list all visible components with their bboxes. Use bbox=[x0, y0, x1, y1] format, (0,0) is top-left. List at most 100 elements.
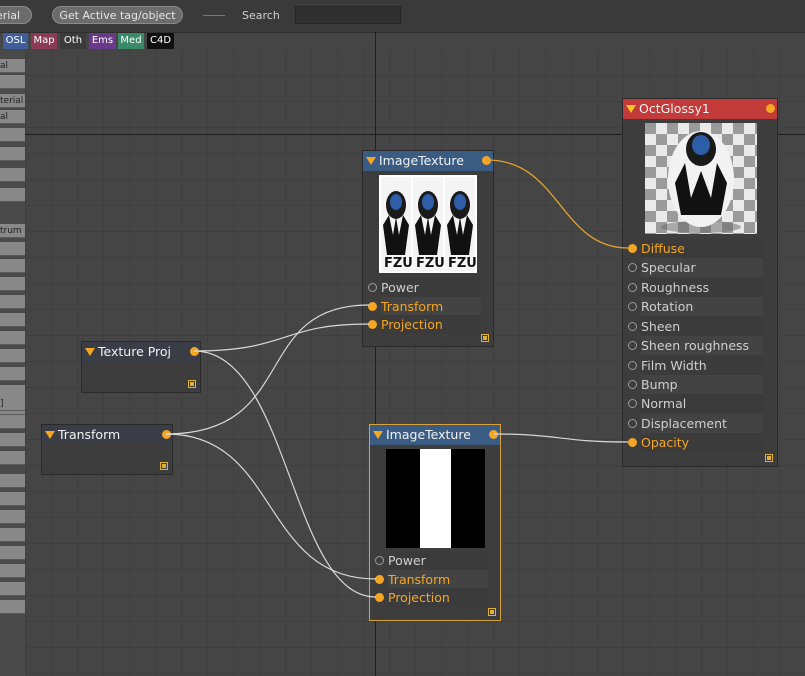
sidebar-item[interactable] bbox=[0, 474, 25, 488]
input-port-icon[interactable] bbox=[628, 380, 637, 389]
node-header[interactable]: OctGlossy1 bbox=[623, 99, 777, 119]
input-row-projection[interactable]: Projection bbox=[368, 315, 481, 334]
input-port-icon[interactable] bbox=[628, 399, 637, 408]
input-row-normal[interactable]: Normal bbox=[628, 394, 763, 413]
node-header[interactable]: Transform bbox=[42, 425, 172, 444]
input-row-specular[interactable]: Specular bbox=[628, 258, 763, 277]
sidebar-item[interactable] bbox=[0, 242, 25, 256]
input-row-roughness[interactable]: Roughness bbox=[628, 278, 763, 297]
sidebar-item[interactable] bbox=[0, 147, 25, 161]
input-row-rotation[interactable]: Rotation bbox=[628, 297, 763, 316]
input-row-film-width[interactable]: Film Width bbox=[628, 356, 763, 375]
resize-handle-icon[interactable] bbox=[481, 334, 489, 342]
sidebar-item[interactable]: al bbox=[0, 110, 25, 124]
input-port-icon[interactable] bbox=[375, 556, 384, 565]
collapse-triangle-icon[interactable] bbox=[626, 105, 636, 113]
input-row-sheen-roughness[interactable]: Sheen roughness bbox=[628, 336, 763, 355]
input-row-displacement[interactable]: Displacement bbox=[628, 414, 763, 433]
input-row-opacity[interactable]: Opacity bbox=[628, 433, 763, 452]
input-row-sheen[interactable]: Sheen bbox=[628, 317, 763, 336]
sidebar-item[interactable] bbox=[0, 546, 25, 560]
tag-c4d[interactable]: C4D bbox=[147, 33, 174, 49]
sidebar-item[interactable] bbox=[0, 510, 25, 524]
input-port-icon[interactable] bbox=[628, 419, 637, 428]
input-port-icon[interactable] bbox=[368, 302, 377, 311]
collapse-triangle-icon[interactable] bbox=[366, 157, 376, 165]
input-row-projection[interactable]: Projection bbox=[375, 588, 488, 607]
node-header[interactable]: ImageTexture bbox=[363, 151, 493, 171]
node-oct-glossy[interactable]: OctGlossy1 Diffuse Specular Roughness Ro… bbox=[622, 98, 778, 467]
sidebar-item[interactable] bbox=[0, 349, 25, 363]
sidebar-item[interactable] bbox=[0, 582, 25, 596]
sidebar-item[interactable] bbox=[0, 564, 25, 578]
output-port-icon[interactable] bbox=[489, 430, 498, 439]
input-row-transform[interactable]: Transform bbox=[375, 570, 488, 589]
sidebar-item[interactable] bbox=[0, 415, 25, 429]
sidebar-item[interactable] bbox=[0, 528, 25, 542]
search-input[interactable] bbox=[295, 6, 401, 24]
sidebar-item[interactable] bbox=[0, 367, 25, 381]
input-port-icon[interactable] bbox=[628, 361, 637, 370]
material-button[interactable]: erial bbox=[0, 6, 32, 24]
sidebar-item[interactable] bbox=[0, 168, 25, 182]
sidebar-item[interactable]: trum bbox=[0, 224, 25, 238]
output-port-icon[interactable] bbox=[766, 104, 775, 113]
resize-handle-icon[interactable] bbox=[160, 462, 168, 470]
tag-ems[interactable]: Ems bbox=[89, 33, 116, 49]
input-row-bump[interactable]: Bump bbox=[628, 375, 763, 394]
node-transform[interactable]: Transform bbox=[41, 424, 173, 475]
collapse-triangle-icon[interactable] bbox=[373, 431, 383, 439]
sidebar-item[interactable] bbox=[0, 433, 25, 447]
input-row-power[interactable]: Power bbox=[368, 278, 481, 297]
node-header[interactable]: ImageTexture bbox=[370, 425, 500, 445]
sidebar-item[interactable] bbox=[0, 295, 25, 309]
input-port-icon[interactable] bbox=[375, 575, 384, 584]
sidebar-item[interactable] bbox=[0, 277, 25, 291]
input-port-icon[interactable] bbox=[628, 341, 637, 350]
input-port-icon[interactable] bbox=[628, 438, 637, 447]
node-image-texture-2[interactable]: ImageTexture Power Transform Projection bbox=[369, 424, 501, 621]
resize-handle-icon[interactable] bbox=[188, 380, 196, 388]
output-port-icon[interactable] bbox=[190, 347, 199, 356]
stripe-mask-texture-icon bbox=[386, 449, 485, 548]
input-row-transform[interactable]: Transform bbox=[368, 297, 481, 316]
input-port-icon[interactable] bbox=[628, 302, 637, 311]
sidebar-item[interactable] bbox=[0, 188, 25, 202]
input-port-icon[interactable] bbox=[628, 322, 637, 331]
tag-med[interactable]: Med bbox=[118, 33, 144, 49]
sidebar-item[interactable] bbox=[0, 128, 25, 142]
resize-handle-icon[interactable] bbox=[765, 454, 773, 462]
input-port-icon[interactable] bbox=[368, 283, 377, 292]
sidebar-item[interactable] bbox=[0, 492, 25, 506]
input-port-icon[interactable] bbox=[628, 263, 637, 272]
node-title: Transform bbox=[58, 427, 121, 442]
tag-oth[interactable]: Oth bbox=[60, 33, 86, 49]
sidebar-item[interactable]: ] bbox=[0, 397, 25, 411]
sidebar-item[interactable] bbox=[0, 331, 25, 345]
tag-osl[interactable]: OSL bbox=[3, 33, 28, 49]
sidebar-item[interactable] bbox=[0, 75, 25, 89]
sidebar-item[interactable]: terial bbox=[0, 94, 25, 108]
input-port-icon[interactable] bbox=[628, 283, 637, 292]
collapse-triangle-icon[interactable] bbox=[45, 431, 55, 439]
resize-handle-icon[interactable] bbox=[488, 608, 496, 616]
get-active-tag-button[interactable]: Get Active tag/object bbox=[52, 6, 183, 24]
collapse-triangle-icon[interactable] bbox=[85, 348, 95, 356]
sidebar-item[interactable] bbox=[0, 600, 25, 614]
sidebar-item[interactable]: al bbox=[0, 59, 25, 73]
output-port-icon[interactable] bbox=[162, 430, 171, 439]
input-port-icon[interactable] bbox=[628, 244, 637, 253]
node-image-texture-1[interactable]: ImageTexture FZU FZU FZU Power Transform… bbox=[362, 150, 494, 347]
input-row-power[interactable]: Power bbox=[375, 551, 488, 570]
input-row-diffuse[interactable]: Diffuse bbox=[628, 239, 763, 258]
input-label: Projection bbox=[381, 317, 443, 332]
sidebar-item[interactable] bbox=[0, 259, 25, 273]
tag-map[interactable]: Map bbox=[31, 33, 57, 49]
input-port-icon[interactable] bbox=[368, 320, 377, 329]
node-texture-projection[interactable]: Texture Proj bbox=[81, 341, 201, 393]
sidebar-item[interactable] bbox=[0, 451, 25, 465]
sidebar-item[interactable] bbox=[0, 313, 25, 327]
node-header[interactable]: Texture Proj bbox=[82, 342, 200, 363]
input-port-icon[interactable] bbox=[375, 593, 384, 602]
output-port-icon[interactable] bbox=[482, 156, 491, 165]
